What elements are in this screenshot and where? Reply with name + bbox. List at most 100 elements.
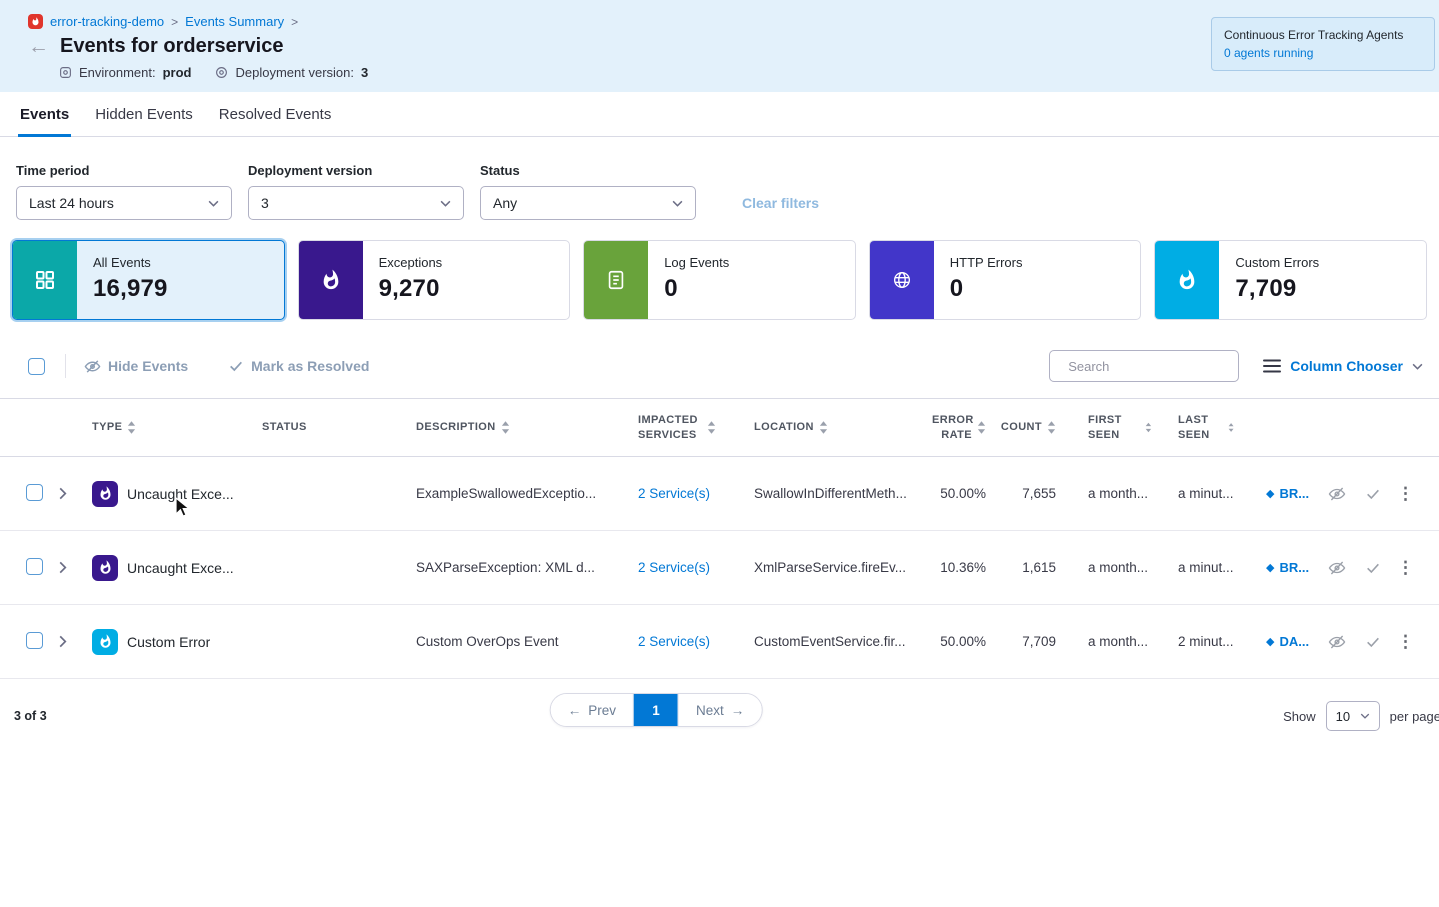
row-menu-button[interactable]: ⋮ — [1394, 558, 1425, 578]
status-filter-label: Status — [480, 163, 696, 178]
column-chooser-button[interactable]: Column Chooser — [1263, 358, 1423, 374]
time-period-filter: Time period Last 24 hours — [16, 163, 232, 220]
search-input[interactable] — [1068, 359, 1244, 374]
row-checkbox[interactable] — [26, 632, 43, 649]
tab-resolved-events[interactable]: Resolved Events — [217, 92, 334, 136]
hide-event-button[interactable] — [1322, 485, 1360, 503]
page: error-tracking-demo > Events Summary > ←… — [0, 0, 1439, 907]
sort-icon[interactable] — [977, 421, 986, 434]
deployment-version-filter-label: Deployment version — [248, 163, 464, 178]
card-exceptions[interactable]: Exceptions 9,270 — [298, 240, 571, 320]
card-all-events[interactable]: All Events 16,979 — [12, 240, 285, 320]
deployment-version-select[interactable]: 3 — [248, 186, 464, 220]
event-type-label: Uncaught Exce... — [127, 560, 234, 576]
event-type-flame-icon — [92, 555, 118, 581]
column-header-count[interactable]: COUNT — [998, 420, 1068, 434]
row-menu-button[interactable]: ⋮ — [1394, 484, 1425, 504]
impacted-services-link[interactable]: 2 Service(s) — [638, 560, 710, 575]
status-select[interactable]: Any — [480, 186, 696, 220]
hamburger-icon — [1263, 359, 1281, 373]
card-value: 0 — [950, 275, 1023, 303]
status-filter: Status Any — [480, 163, 696, 220]
card-custom-errors[interactable]: Custom Errors 7,709 — [1154, 240, 1427, 320]
agents-running-link[interactable]: 0 agents running — [1224, 45, 1313, 61]
count-cell: 1,615 — [998, 560, 1068, 575]
column-header-error-rate[interactable]: ERROR RATE — [922, 413, 998, 442]
location-cell: XmlParseService.fireEv... — [752, 560, 922, 575]
count-cell: 7,709 — [998, 634, 1068, 649]
column-header-first-seen[interactable]: FIRST SEEN — [1068, 413, 1158, 442]
impacted-services-link[interactable]: 2 Service(s) — [638, 634, 710, 649]
chevron-down-icon — [672, 200, 683, 207]
prev-page-button[interactable]: ← Prev — [551, 694, 634, 726]
resolve-event-button[interactable] — [1360, 560, 1394, 576]
expand-row-button[interactable] — [52, 561, 82, 574]
description-cell: ExampleSwallowedExceptio... — [412, 486, 634, 501]
event-type-label: Uncaught Exce... — [127, 486, 234, 502]
row-checkbox[interactable] — [26, 484, 43, 501]
tab-hidden-events[interactable]: Hidden Events — [93, 92, 195, 136]
column-header-type[interactable]: TYPE — [82, 420, 254, 434]
eye-slash-icon — [1328, 633, 1346, 651]
page-number-button[interactable]: 1 — [634, 694, 678, 726]
deployment-icon — [215, 66, 228, 79]
error-rate-cell: 50.00% — [922, 634, 998, 649]
service-environment-link[interactable]: DA... — [1279, 634, 1309, 649]
location-cell: CustomEventService.fir... — [752, 634, 922, 649]
row-checkbox[interactable] — [26, 558, 43, 575]
last-seen-cell: a minut... — [1158, 560, 1240, 575]
table-row[interactable]: Uncaught Exce... SAXParseException: XML … — [0, 531, 1439, 605]
expand-row-button[interactable] — [52, 635, 82, 648]
deployment-version-filter: Deployment version 3 — [248, 163, 464, 220]
breadcrumb-link-events-summary[interactable]: Events Summary — [185, 14, 284, 29]
environment-value: prod — [163, 65, 192, 80]
check-icon — [1365, 634, 1381, 650]
back-button[interactable]: ← — [28, 37, 49, 57]
select-all-checkbox[interactable] — [28, 358, 45, 375]
service-environment-link[interactable]: BR... — [1279, 560, 1309, 575]
check-icon — [228, 358, 244, 374]
table-row[interactable]: Uncaught Exce... ExampleSwallowedExcepti… — [0, 457, 1439, 531]
mark-resolved-button[interactable]: Mark as Resolved — [228, 358, 369, 374]
column-header-description[interactable]: DESCRIPTION — [412, 420, 634, 434]
environment-label: Environment: — [79, 65, 156, 80]
time-period-select[interactable]: Last 24 hours — [16, 186, 232, 220]
sort-icon[interactable] — [1228, 421, 1234, 434]
sort-icon[interactable] — [501, 421, 510, 434]
card-http-errors[interactable]: HTTP Errors 0 — [869, 240, 1142, 320]
event-type-flame-icon — [92, 481, 118, 507]
hide-events-button[interactable]: Hide Events — [84, 358, 188, 375]
sort-icon[interactable] — [707, 421, 716, 434]
card-value: 0 — [664, 275, 729, 303]
clear-filters-button[interactable]: Clear filters — [742, 195, 819, 211]
hide-event-button[interactable] — [1322, 633, 1360, 651]
row-menu-button[interactable]: ⋮ — [1394, 632, 1425, 652]
tab-events[interactable]: Events — [18, 92, 71, 136]
grid-icon — [13, 241, 77, 319]
sort-icon[interactable] — [1145, 421, 1152, 434]
impacted-services-link[interactable]: 2 Service(s) — [638, 486, 710, 501]
column-header-location[interactable]: LOCATION — [752, 420, 922, 434]
sort-icon[interactable] — [819, 421, 828, 434]
expand-row-button[interactable] — [52, 487, 82, 500]
chevron-right-icon — [59, 635, 67, 648]
sort-icon[interactable] — [127, 421, 136, 434]
description-cell: SAXParseException: XML d... — [412, 560, 634, 575]
service-environment-link[interactable]: BR... — [1279, 486, 1309, 501]
breadcrumb-link-project[interactable]: error-tracking-demo — [50, 14, 164, 29]
error-tracking-module-icon — [28, 14, 43, 29]
resolve-event-button[interactable] — [1360, 634, 1394, 650]
card-value: 9,270 — [379, 275, 443, 303]
column-chooser-label: Column Chooser — [1290, 358, 1403, 374]
resolve-event-button[interactable] — [1360, 486, 1394, 502]
sort-icon[interactable] — [1047, 421, 1056, 434]
table-row[interactable]: Custom Error Custom OverOps Event 2 Serv… — [0, 605, 1439, 679]
column-header-impacted-services[interactable]: IMPACTED SERVICES — [634, 413, 752, 442]
card-log-events[interactable]: Log Events 0 — [583, 240, 856, 320]
event-type-flame-icon — [92, 629, 118, 655]
column-header-last-seen[interactable]: LAST SEEN — [1158, 413, 1240, 442]
hide-event-button[interactable] — [1322, 559, 1360, 577]
chevron-down-icon — [1412, 363, 1423, 370]
next-page-button[interactable]: Next → — [678, 694, 761, 726]
page-size-select[interactable]: 10 — [1326, 701, 1380, 731]
